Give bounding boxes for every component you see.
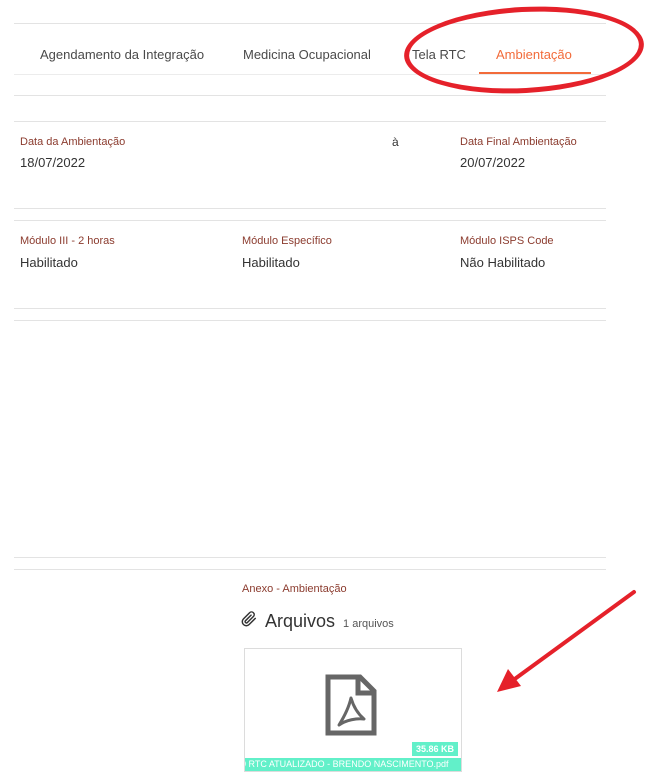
date-separator: à [392, 135, 399, 149]
files-header: Arquivos 1 arquivos [241, 611, 394, 632]
section-divider [14, 220, 606, 221]
tab-agendamento[interactable]: Agendamento da Integração [40, 47, 204, 62]
section-divider [14, 208, 606, 209]
pdf-file-icon [325, 674, 377, 736]
section-divider [14, 308, 606, 309]
section-divider [14, 569, 606, 570]
tabs-divider [14, 74, 606, 75]
module-especifico-label: Módulo Específico [242, 235, 332, 247]
header-divider [14, 23, 606, 24]
files-count: 1 arquivos [343, 618, 394, 630]
tab-medicina-ocupacional[interactable]: Medicina Ocupacional [243, 47, 371, 62]
files-title: Arquivos [265, 611, 336, 631]
module-isps-label: Módulo ISPS Code [460, 235, 554, 247]
start-date-value: 18/07/2022 [20, 155, 86, 170]
file-name[interactable]: 0 RTC ATUALIZADO - BRENDO NASCIMENTO.pdf [245, 758, 461, 771]
module-isps-value: Não Habilitado [460, 255, 546, 270]
section-divider [14, 121, 606, 122]
module-especifico-value: Habilitado [242, 255, 300, 270]
section-divider [14, 320, 606, 321]
paperclip-icon [241, 611, 257, 632]
end-date-label: Data Final Ambientação [460, 136, 577, 148]
section-divider [14, 557, 606, 558]
module-3-value: Habilitado [20, 255, 78, 270]
section-divider [14, 95, 606, 96]
tab-tela-rtc[interactable]: Tela RTC [412, 47, 466, 62]
file-card[interactable]: 35.86 KB 0 RTC ATUALIZADO - BRENDO NASCI… [244, 648, 462, 772]
tab-ambientacao[interactable]: Ambientação [496, 47, 572, 62]
start-date-label: Data da Ambientação [20, 136, 126, 148]
end-date-value: 20/07/2022 [460, 155, 526, 170]
module-3-label: Módulo III - 2 horas [20, 235, 115, 247]
attachment-section-label: Anexo - Ambientação [242, 583, 347, 595]
file-size-badge: 35.86 KB [411, 742, 458, 756]
